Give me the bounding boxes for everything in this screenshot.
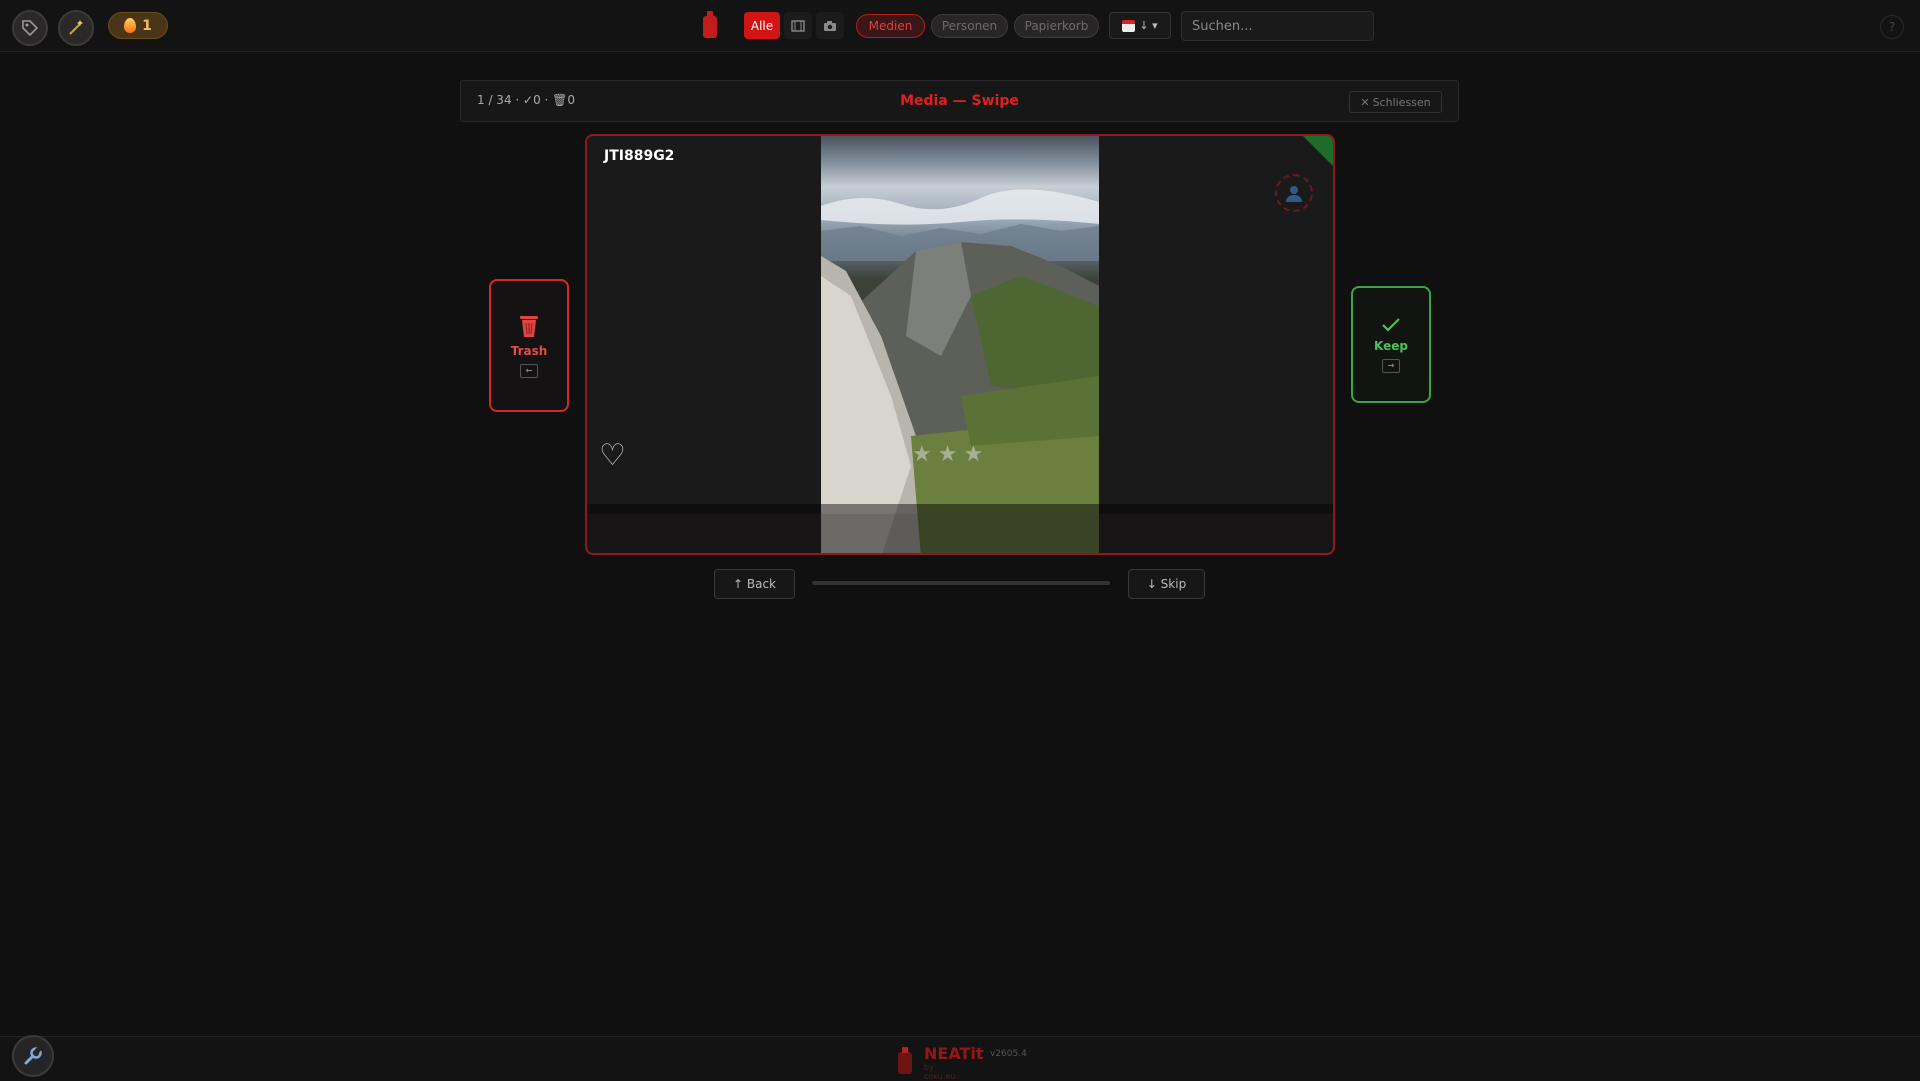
flame-icon [124, 18, 137, 33]
brand-version: v2605.4 [990, 1049, 1027, 1059]
brand-name: NEATit [924, 1044, 984, 1063]
wrench-icon [24, 1046, 43, 1065]
filter-all[interactable]: Alle [744, 12, 780, 39]
tab-trash[interactable]: Papierkorb [1014, 14, 1099, 38]
keep-label: Keep [1374, 338, 1408, 353]
tags-button[interactable] [12, 10, 48, 46]
bottle-logo-icon[interactable] [703, 11, 717, 38]
star-icon[interactable]: ★ [912, 442, 932, 467]
favorite-heart-icon[interactable]: ♡ [599, 438, 626, 473]
tools-button[interactable] [12, 1035, 54, 1077]
trash-label: Trash [510, 343, 548, 358]
help-button[interactable]: ? [1880, 15, 1904, 39]
swipe-header: 1 / 34 · ✓0 · 🗑0 Media — Swipe ✕ Schlies… [460, 80, 1459, 122]
keep-key-hint: → [1382, 358, 1400, 373]
trash-button[interactable]: Trash ← [489, 279, 569, 412]
sort-direction: ↓ ▾ [1139, 19, 1158, 32]
filter-videos[interactable] [784, 12, 812, 39]
page-title: Media — Swipe [900, 93, 1019, 109]
trash-icon [520, 315, 538, 337]
tab-media[interactable]: Medien [856, 14, 925, 38]
check-icon [1382, 317, 1400, 332]
tag-icon [22, 20, 39, 37]
swipe-progress-bar [812, 581, 1110, 585]
close-button[interactable]: ✕ Schliessen [1349, 91, 1442, 113]
back-button[interactable]: ↑ Back [714, 569, 795, 599]
media-image [821, 136, 1099, 553]
media-card[interactable]: JTI889G2 ♡ ★ ★ ★ [585, 134, 1335, 555]
star-icon[interactable]: ★ [938, 442, 958, 467]
date-sort-button[interactable]: ↓ ▾ [1109, 12, 1171, 39]
person-icon [1286, 186, 1302, 202]
filter-photos[interactable] [816, 12, 844, 39]
trash-key-hint: ← [520, 363, 538, 378]
film-icon [791, 19, 805, 32]
magic-button[interactable] [58, 10, 94, 46]
brand-by: by coxu.eu [924, 1063, 956, 1081]
rating-stars[interactable]: ★ ★ ★ [912, 442, 983, 467]
calendar-icon [1122, 19, 1136, 32]
skip-button[interactable]: ↓ Skip [1128, 569, 1205, 599]
star-icon[interactable]: ★ [963, 442, 983, 467]
card-footer-area [587, 514, 1333, 553]
top-bar: 1 Alle Medien Personen Papierkorb ↓ ▾ ? [0, 0, 1920, 52]
streak-count: 1 [142, 17, 152, 34]
search-input[interactable] [1181, 11, 1374, 41]
tab-persons[interactable]: Personen [931, 14, 1008, 38]
card-divider [587, 504, 1333, 514]
close-icon: ✕ [1360, 95, 1370, 109]
close-label: Schliessen [1372, 95, 1431, 109]
bottle-logo-icon [898, 1047, 912, 1074]
assign-person-button[interactable] [1275, 174, 1313, 212]
streak-badge[interactable]: 1 [108, 12, 168, 39]
camera-icon [824, 20, 836, 31]
keep-corner-flag [1303, 136, 1333, 166]
keep-button[interactable]: Keep → [1351, 286, 1431, 403]
media-type-filter: Alle [744, 12, 844, 39]
magic-wand-icon [69, 20, 83, 35]
media-id: JTI889G2 [604, 148, 675, 164]
